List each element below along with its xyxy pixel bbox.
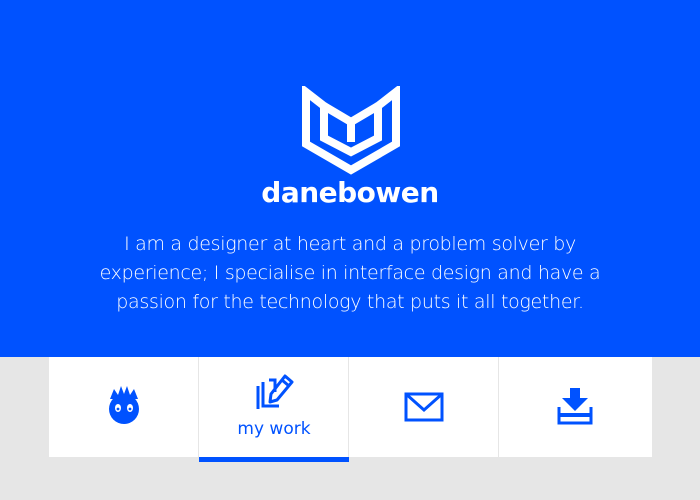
envelope-icon (404, 392, 444, 422)
main-nav: my work (49, 357, 652, 462)
open-book-shield-icon (302, 86, 400, 175)
nav-item-about[interactable] (49, 357, 199, 457)
hero-tagline: I am a designer at heart and a problem s… (99, 233, 601, 313)
nav-item-download[interactable] (499, 357, 652, 457)
nav-item-my-work[interactable]: my work (199, 357, 349, 462)
pen-edit-icon (256, 374, 294, 409)
brand-name: danebowen (261, 176, 439, 209)
download-tray-icon (557, 388, 593, 425)
mascot-face-icon (109, 386, 139, 424)
nav-item-contact[interactable] (349, 357, 499, 457)
hero-banner: danebowen I am a designer at heart and a… (0, 0, 700, 357)
nav-item-label: my work (237, 419, 311, 439)
